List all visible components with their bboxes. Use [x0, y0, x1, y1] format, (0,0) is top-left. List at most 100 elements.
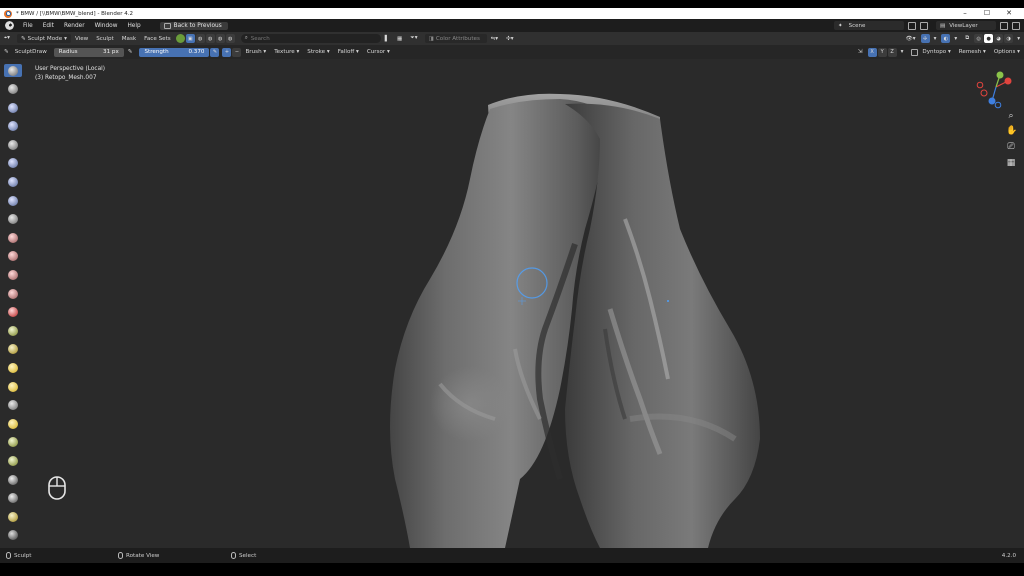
- tool-crease[interactable]: [4, 213, 22, 226]
- pan-hand-icon[interactable]: ✋: [1006, 126, 1017, 136]
- brush-preset-1-icon[interactable]: ◍: [195, 34, 205, 43]
- navigation-gizmo[interactable]: [976, 65, 1016, 109]
- new-view-layer-icon[interactable]: [1000, 21, 1008, 30]
- overlays-icon[interactable]: ◐: [941, 34, 951, 43]
- bookmark-icon[interactable]: ▌: [381, 36, 393, 42]
- menu-edit[interactable]: Edit: [38, 23, 59, 29]
- tool-slide-relax[interactable]: [4, 473, 22, 486]
- texture-dropdown[interactable]: Texture ▾: [270, 49, 303, 55]
- menu-mask[interactable]: Mask: [118, 36, 140, 42]
- back-to-previous-button[interactable]: Back to Previous: [159, 21, 228, 30]
- tool-clay-thumb[interactable]: [4, 138, 22, 151]
- shading-material-icon[interactable]: ◕: [994, 34, 1004, 43]
- close-button[interactable]: ✕: [998, 8, 1020, 19]
- menu-help[interactable]: Help: [122, 23, 145, 29]
- tool-blob[interactable]: [4, 194, 22, 207]
- tool-inflate[interactable]: [4, 176, 22, 189]
- brush-preset-3-icon[interactable]: ◍: [215, 34, 225, 43]
- new-scene-icon[interactable]: [908, 21, 916, 30]
- tool-layer[interactable]: [4, 157, 22, 170]
- menu-file[interactable]: File: [18, 23, 38, 29]
- brush-search-input[interactable]: ⌕ Search: [240, 34, 381, 43]
- tool-pose[interactable]: [4, 417, 22, 430]
- symmetry-lock-icon[interactable]: ⇲: [854, 49, 867, 55]
- symmetry-dropdown-icon[interactable]: ▾: [897, 49, 908, 55]
- shading-rendered-icon[interactable]: ◑: [1004, 34, 1014, 43]
- add-direction-icon[interactable]: +: [222, 47, 232, 57]
- mirror-y-toggle[interactable]: Y: [877, 47, 887, 57]
- remesh-dropdown[interactable]: Remesh ▾: [955, 49, 990, 55]
- visibility-icon[interactable]: 👁▾: [902, 36, 920, 42]
- radius-slider[interactable]: Radius 31 px: [53, 47, 124, 57]
- mode-selector[interactable]: ✎ Sculpt Mode ▾: [16, 34, 71, 43]
- menu-view[interactable]: View: [71, 36, 92, 42]
- shading-dropdown-icon[interactable]: ▾: [1013, 36, 1024, 42]
- strength-pressure-icon[interactable]: ✎: [210, 47, 220, 57]
- mirror-x-toggle[interactable]: X: [867, 47, 877, 57]
- tool-clay-strips[interactable]: [4, 120, 22, 133]
- tool-rotate[interactable]: [4, 454, 22, 467]
- zoom-icon[interactable]: ⌕: [1006, 111, 1016, 121]
- camera-view-icon[interactable]: ⎚: [1006, 142, 1016, 152]
- falloff-dropdown[interactable]: Falloff ▾: [334, 49, 363, 55]
- tool-simplify[interactable]: [4, 529, 22, 542]
- tool-thumb[interactable]: [4, 399, 22, 412]
- shading-solid-icon[interactable]: ●: [984, 34, 994, 43]
- mirror-z-toggle[interactable]: Z: [887, 47, 897, 57]
- strength-slider[interactable]: Strength 0.370: [139, 47, 210, 57]
- shading-wireframe-icon[interactable]: ◎: [974, 34, 984, 43]
- tool-snake-hook[interactable]: [4, 380, 22, 393]
- overlays-dropdown-icon[interactable]: ▾: [950, 36, 961, 42]
- xray-icon[interactable]: ⧉: [961, 35, 973, 42]
- menu-sculpt[interactable]: Sculpt: [92, 36, 117, 42]
- tool-grab[interactable]: [4, 343, 22, 356]
- editor-type-icon[interactable]: ⌖▾: [0, 35, 14, 42]
- brush-select-icon[interactable]: ▣: [185, 34, 195, 43]
- dyntopo-dropdown[interactable]: Dyntopo ▾: [918, 49, 954, 55]
- tool-flatten[interactable]: [4, 250, 22, 263]
- minimize-button[interactable]: –: [954, 8, 976, 19]
- delete-scene-icon[interactable]: [920, 21, 928, 30]
- brush-asset-icon[interactable]: [175, 34, 185, 43]
- cursor-dropdown[interactable]: Cursor ▾: [363, 49, 394, 55]
- tool-fill[interactable]: [4, 269, 22, 282]
- tool-nudge[interactable]: [4, 436, 22, 449]
- radius-pressure-icon[interactable]: ✎: [124, 49, 137, 55]
- gizmo-dropdown-icon[interactable]: ▾: [930, 36, 941, 42]
- tool-draw-sharp[interactable]: [4, 83, 22, 96]
- delete-view-layer-icon[interactable]: [1012, 21, 1020, 30]
- grid-view-icon[interactable]: ▦: [393, 36, 406, 42]
- blender-logo-icon[interactable]: [5, 21, 14, 30]
- sculpt-draw-brush-icon[interactable]: ✎: [0, 49, 11, 55]
- tool-clay[interactable]: [4, 101, 22, 114]
- subtract-direction-icon[interactable]: −: [232, 47, 242, 57]
- menu-face-sets[interactable]: Face Sets: [140, 36, 175, 42]
- maximize-button[interactable]: ☐: [976, 8, 998, 19]
- 3d-viewport[interactable]: User Perspective (Local) (3) Retopo_Mesh…: [0, 59, 1024, 548]
- options-dropdown[interactable]: Options ▾: [990, 49, 1024, 55]
- ortho-grid-icon[interactable]: ▦: [1006, 158, 1016, 168]
- tool-multiplane-scrape[interactable]: [4, 306, 22, 319]
- tool-scrape[interactable]: [4, 287, 22, 300]
- brush-preset-4-icon[interactable]: ◍: [225, 34, 235, 43]
- filter-icon[interactable]: ⏷▾: [406, 35, 421, 42]
- view-layer-selector[interactable]: ▤ ViewLayer: [936, 21, 996, 30]
- tool-draw[interactable]: [4, 64, 22, 77]
- viewport-gizmos-icon[interactable]: ✢: [920, 34, 930, 43]
- stroke-dropdown[interactable]: Stroke ▾: [303, 49, 333, 55]
- pivot-icon[interactable]: ✣▾: [502, 36, 518, 42]
- color-attributes-dropdown[interactable]: ◨ Color Attributes: [424, 34, 487, 43]
- scene-selector[interactable]: ✦ Scene: [834, 21, 904, 30]
- dyntopo-checkbox[interactable]: [911, 48, 919, 56]
- tool-cloth[interactable]: [4, 510, 22, 523]
- tool-elastic-deform[interactable]: [4, 362, 22, 375]
- menu-render[interactable]: Render: [59, 23, 90, 29]
- brush-dropdown[interactable]: Brush ▾: [241, 49, 270, 55]
- tool-boundary[interactable]: [4, 492, 22, 505]
- brush-preset-2-icon[interactable]: ◍: [205, 34, 215, 43]
- symmetry-icon[interactable]: ⇋▾: [487, 36, 503, 42]
- tool-pinch[interactable]: [4, 324, 22, 337]
- menu-window[interactable]: Window: [90, 23, 123, 29]
- tool-smooth[interactable]: [4, 231, 22, 244]
- brush-name[interactable]: SculptDraw: [11, 49, 51, 55]
